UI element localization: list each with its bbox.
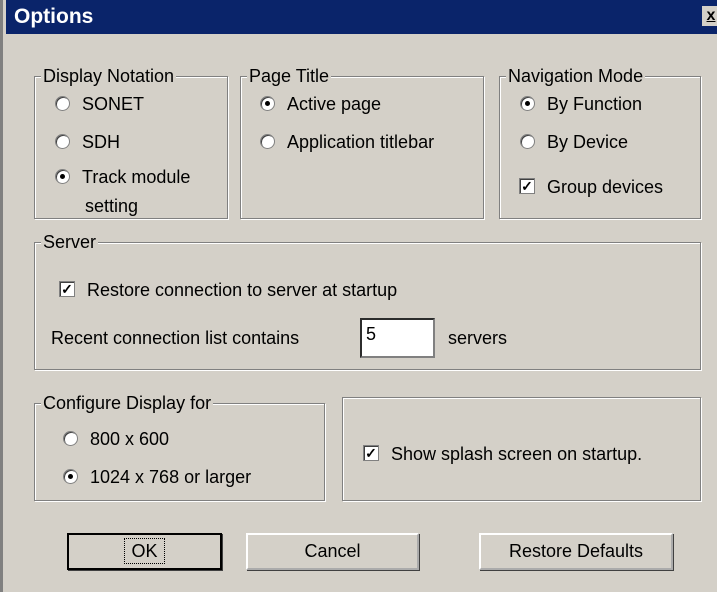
server-group: Server ✓ Restore connection to server at … [34, 231, 701, 370]
radio-button-selected-icon [260, 95, 275, 111]
radio-by-function-label: By Function [547, 94, 643, 114]
radio-application-titlebar[interactable]: Application titlebar [260, 131, 434, 153]
radio-button-selected-icon [55, 168, 70, 184]
radio-sdh[interactable]: SDH [55, 131, 120, 153]
radio-button-icon [63, 430, 78, 446]
recent-connection-count-input[interactable]: 5 [360, 318, 435, 358]
radio-800x600-label: 800 x 600 [90, 429, 170, 449]
ok-button-label: OK [124, 538, 165, 564]
page-title-group: Page Title Active page Application title… [240, 65, 484, 219]
close-button[interactable]: x [702, 6, 717, 26]
radio-button-selected-icon [63, 468, 78, 484]
title-bar[interactable]: Options x [6, 0, 717, 34]
options-dialog: Options x Display Notation SONET SDH Tra… [0, 0, 717, 592]
radio-sonet[interactable]: SONET [55, 93, 144, 115]
radio-by-device-label: By Device [547, 132, 629, 152]
configure-display-legend: Configure Display for [41, 392, 214, 414]
radio-track-module-label: Track module [82, 167, 191, 187]
recent-connection-label: Recent connection list contains [51, 328, 300, 348]
window-title: Options [14, 5, 94, 28]
checkbox-checked-icon: ✓ [519, 178, 535, 195]
page-title-legend: Page Title [247, 65, 332, 87]
configure-display-group: Configure Display for 800 x 600 1024 x 7… [34, 392, 325, 501]
server-legend: Server [41, 231, 99, 253]
radio-sonet-label: SONET [82, 94, 145, 114]
radio-active-page[interactable]: Active page [260, 93, 381, 115]
checkbox-checked-icon: ✓ [59, 281, 75, 298]
radio-sdh-label: SDH [82, 132, 121, 152]
radio-button-icon [520, 133, 535, 149]
restore-defaults-button[interactable]: Restore Defaults [479, 533, 673, 570]
ok-button[interactable]: OK [67, 533, 222, 570]
navigation-mode-legend: Navigation Mode [506, 65, 646, 87]
radio-button-icon [260, 133, 275, 149]
checkbox-restore-connection[interactable]: ✓ Restore connection to server at startup [59, 279, 397, 301]
navigation-mode-group: Navigation Mode By Function By Device ✓ G… [499, 65, 701, 219]
checkbox-restore-connection-label: Restore connection to server at startup [87, 280, 398, 300]
checkbox-group-devices[interactable]: ✓ Group devices [519, 176, 663, 198]
radio-1024x768-label: 1024 x 768 or larger [90, 467, 252, 487]
radio-800x600[interactable]: 800 x 600 [63, 428, 169, 450]
radio-button-icon [55, 133, 70, 149]
checkbox-show-splash[interactable]: ✓ Show splash screen on startup. [363, 443, 642, 465]
display-notation-legend: Display Notation [41, 65, 177, 87]
radio-by-device[interactable]: By Device [520, 131, 628, 153]
radio-track-module-setting[interactable]: Track module [55, 166, 190, 188]
servers-suffix-label: servers [448, 328, 508, 348]
radio-active-page-label: Active page [287, 94, 382, 114]
cancel-button[interactable]: Cancel [246, 533, 419, 570]
radio-button-icon [55, 95, 70, 111]
radio-by-function[interactable]: By Function [520, 93, 642, 115]
splash-group: ✓ Show splash screen on startup. [342, 397, 701, 501]
radio-1024x768[interactable]: 1024 x 768 or larger [63, 466, 251, 488]
checkbox-checked-icon: ✓ [363, 445, 379, 462]
radio-button-selected-icon [520, 95, 535, 111]
checkbox-group-devices-label: Group devices [547, 177, 664, 197]
radio-application-titlebar-label: Application titlebar [287, 132, 435, 152]
radio-track-module-label-line2: setting [85, 196, 139, 216]
display-notation-group: Display Notation SONET SDH Track module … [34, 65, 228, 219]
checkbox-show-splash-label: Show splash screen on startup. [391, 444, 643, 464]
